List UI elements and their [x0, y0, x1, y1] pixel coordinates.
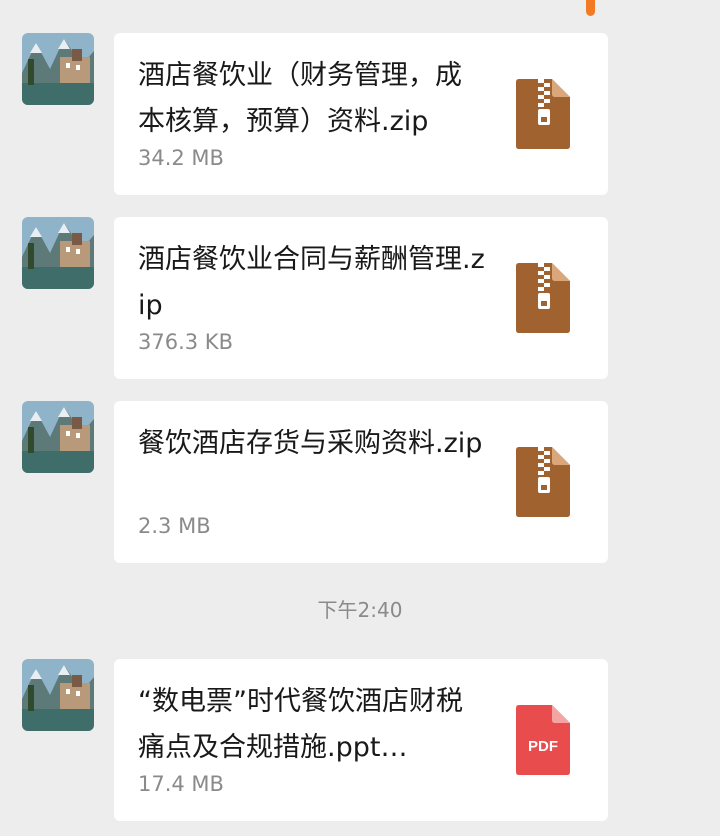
- file-name: 酒店餐饮业（财务管理，成本核算，预算）资料.zip: [138, 60, 462, 137]
- file-message-bubble[interactable]: 酒店餐饮业合同与薪酬管理.zip 376.3 KB: [114, 217, 608, 379]
- file-message-bubble[interactable]: 酒店餐饮业（财务管理，成本核算，预算）资料.zip 34.2 MB: [114, 33, 608, 195]
- avatar-image: [22, 33, 94, 105]
- avatar[interactable]: [22, 401, 94, 473]
- zip-file-icon: [516, 447, 570, 521]
- avatar[interactable]: [22, 217, 94, 289]
- file-message-bubble[interactable]: 餐饮酒店存货与采购资料.zip 2.3 MB: [114, 401, 608, 563]
- avatar-image: [22, 659, 94, 731]
- time-separator: 下午2:40: [317, 598, 403, 622]
- file-message-bubble[interactable]: “数电票”时代餐饮酒店财税痛点及合规措施.ppt… 17.4 MB PDF: [114, 659, 608, 821]
- zip-file-icon: [516, 263, 570, 337]
- avatar[interactable]: [22, 659, 94, 731]
- file-name: 酒店餐饮业合同与薪酬管理.zip: [138, 244, 485, 321]
- avatar-image: [22, 401, 94, 473]
- chat-message: “数电票”时代餐饮酒店财税痛点及合规措施.ppt… 17.4 MB PDF: [0, 659, 720, 821]
- orange-scroll-indicator: [586, 0, 595, 16]
- pdf-label: PDF: [528, 738, 558, 755]
- file-size: 34.2 MB: [138, 146, 224, 170]
- chat-message: 餐饮酒店存货与采购资料.zip 2.3 MB: [0, 401, 720, 563]
- file-name: 餐饮酒店存货与采购资料.zip: [138, 428, 483, 459]
- file-size: 376.3 KB: [138, 330, 233, 354]
- zip-file-icon: [516, 79, 570, 153]
- file-name: “数电票”时代餐饮酒店财税痛点及合规措施.ppt…: [138, 686, 463, 763]
- chat-message: 酒店餐饮业合同与薪酬管理.zip 376.3 KB: [0, 217, 720, 379]
- chat-message: 酒店餐饮业（财务管理，成本核算，预算）资料.zip 34.2 MB: [0, 33, 720, 195]
- file-size: 2.3 MB: [138, 514, 211, 538]
- avatar-image: [22, 217, 94, 289]
- pdf-file-icon: PDF: [516, 705, 570, 779]
- avatar[interactable]: [22, 33, 94, 105]
- file-size: 17.4 MB: [138, 772, 224, 796]
